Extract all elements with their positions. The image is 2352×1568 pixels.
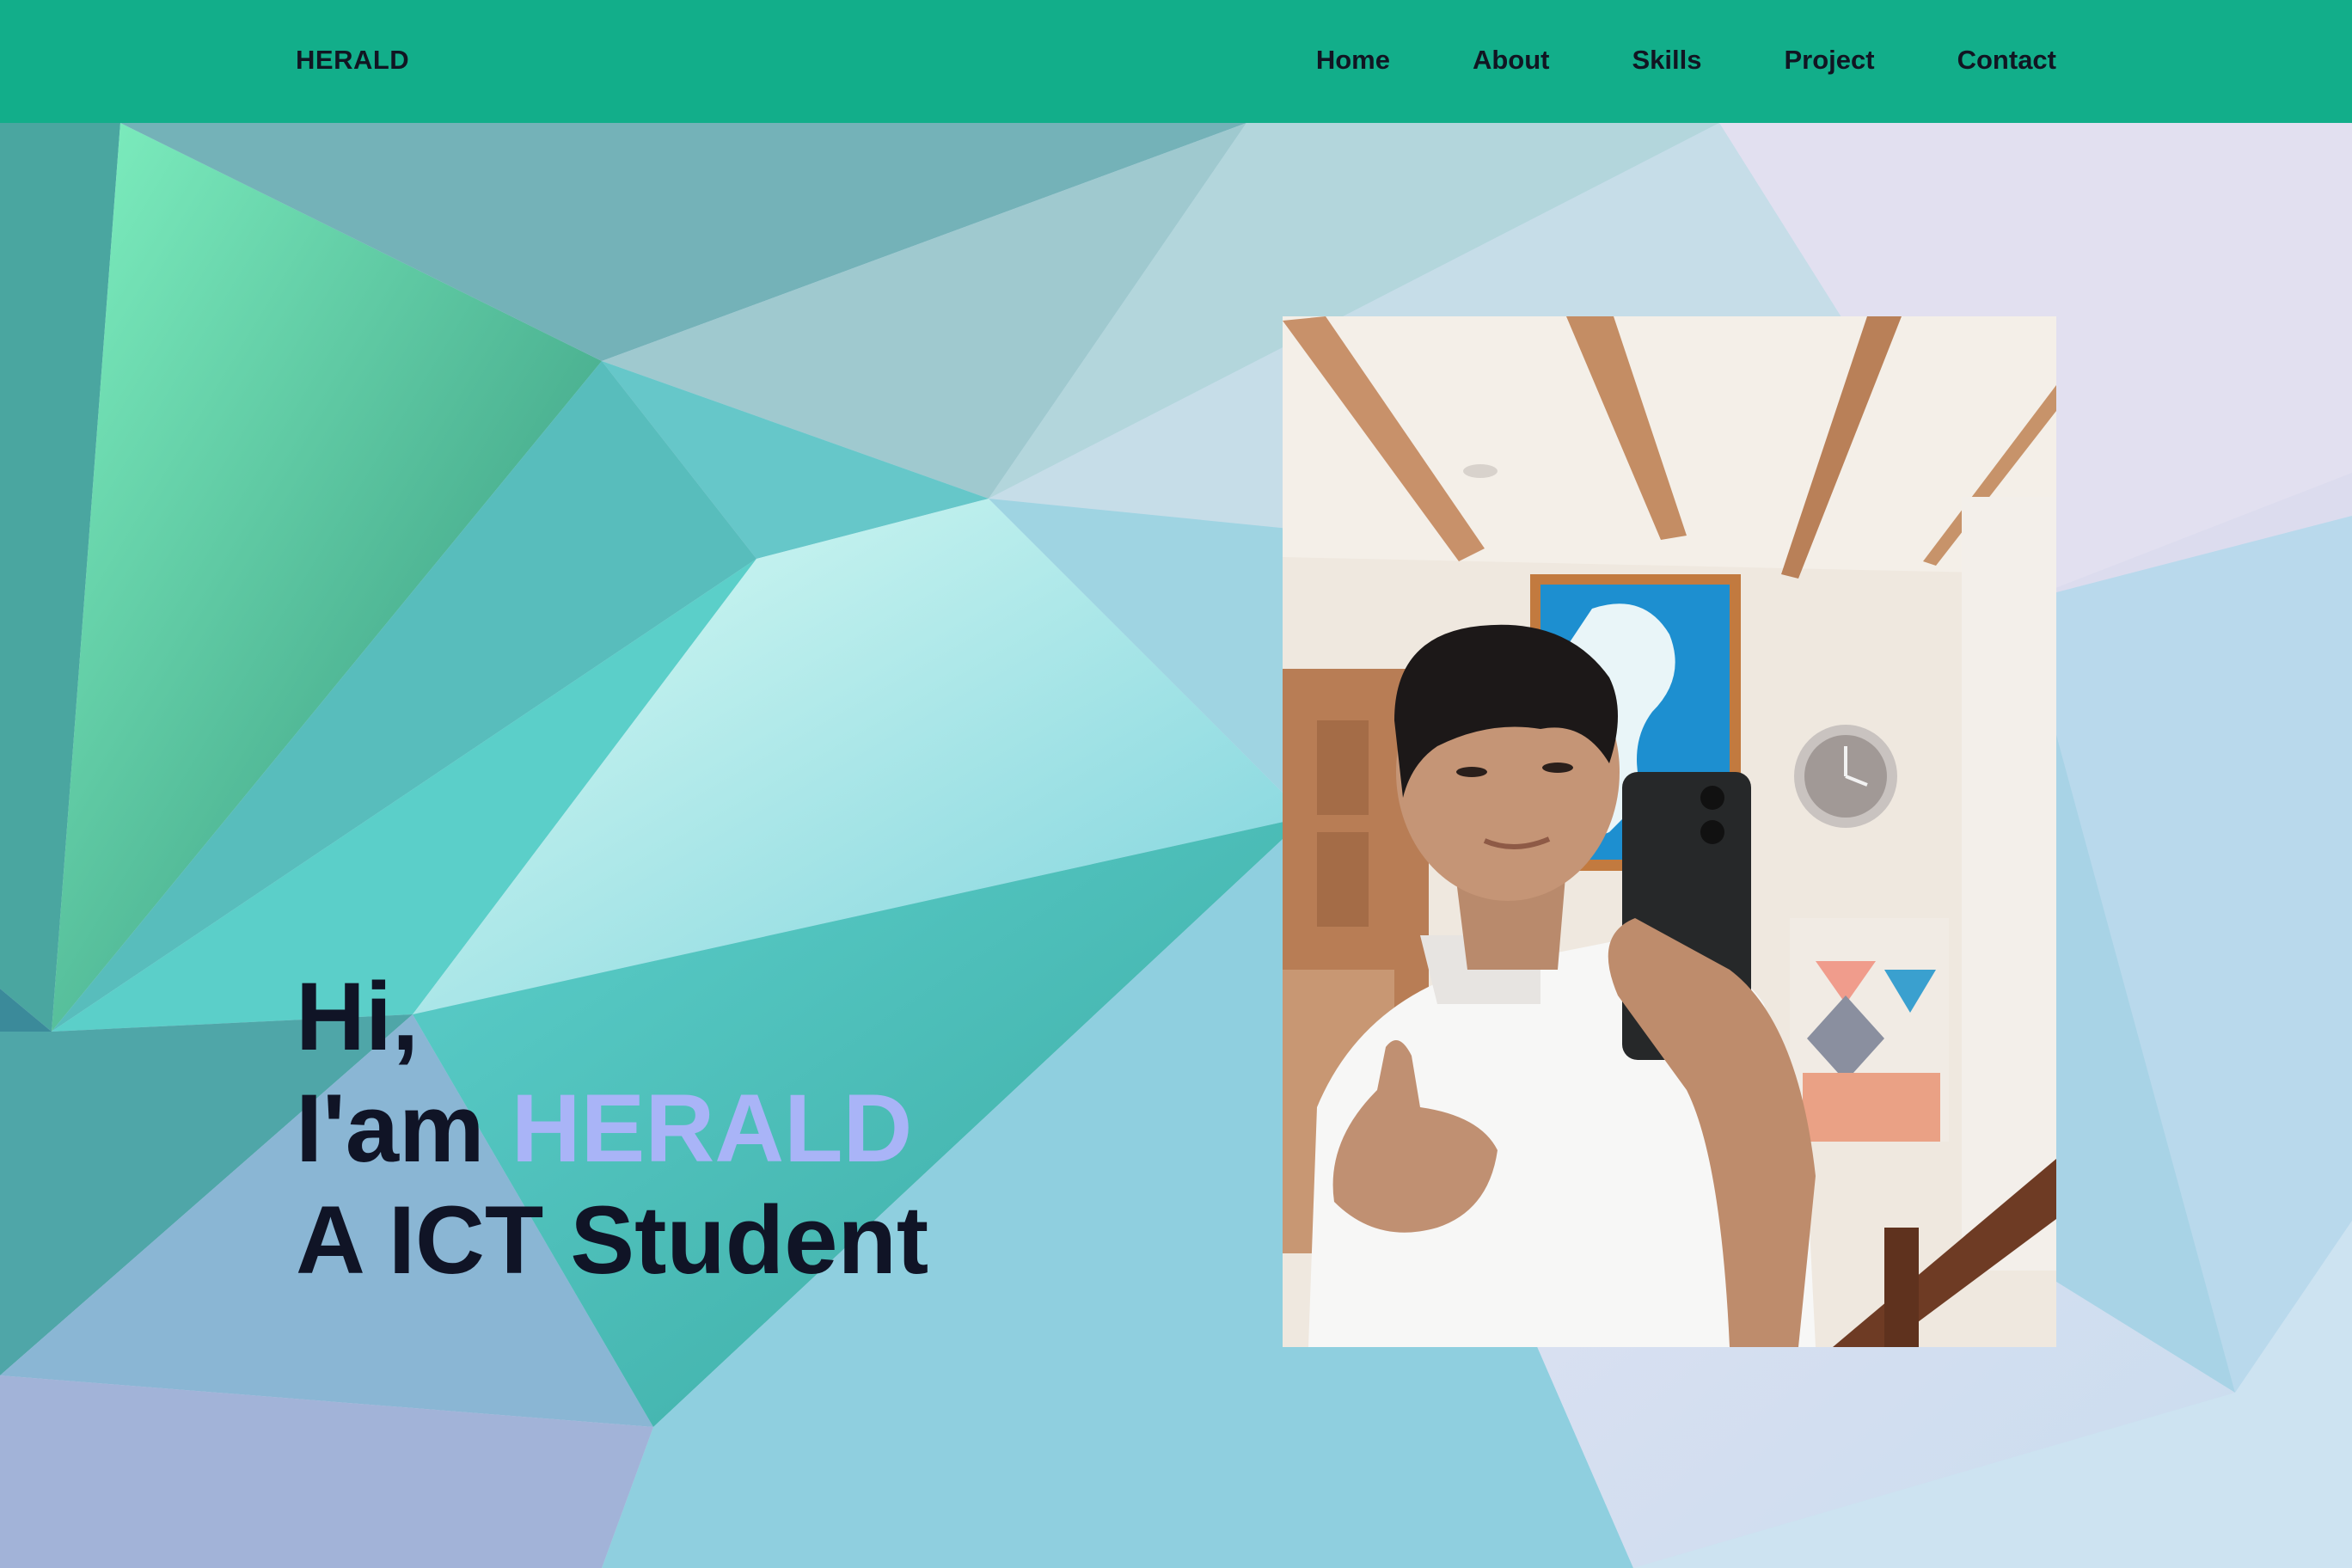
nav-link-project[interactable]: Project	[1785, 45, 1875, 76]
portrait-photo	[1283, 316, 2056, 1347]
nav-link-contact[interactable]: Contact	[1957, 45, 2056, 76]
hero-greeting: Hi,	[296, 963, 420, 1070]
main-nav: Home About Skills Project Contact	[1234, 45, 2056, 76]
hero-name: HERALD	[511, 1075, 913, 1182]
top-navbar: HERALD Home About Skills Project Contact	[0, 0, 2352, 123]
hero-intro-prefix: I'am	[296, 1075, 485, 1182]
portfolio-page: HERALD Home About Skills Project Contact…	[0, 0, 2352, 1568]
hero-role: A ICT Student	[296, 1186, 929, 1294]
nav-link-home[interactable]: Home	[1316, 45, 1390, 76]
portrait-photo-illustration	[1283, 316, 2056, 1347]
brand-logo-link[interactable]: HERALD	[296, 45, 409, 76]
nav-link-skills[interactable]: Skills	[1632, 45, 1702, 76]
nav-link-about[interactable]: About	[1473, 45, 1550, 76]
hero-heading: Hi, I'am HERALD A ICT Student	[296, 961, 928, 1296]
hero-intro-line: I'am HERALD	[296, 1073, 928, 1185]
